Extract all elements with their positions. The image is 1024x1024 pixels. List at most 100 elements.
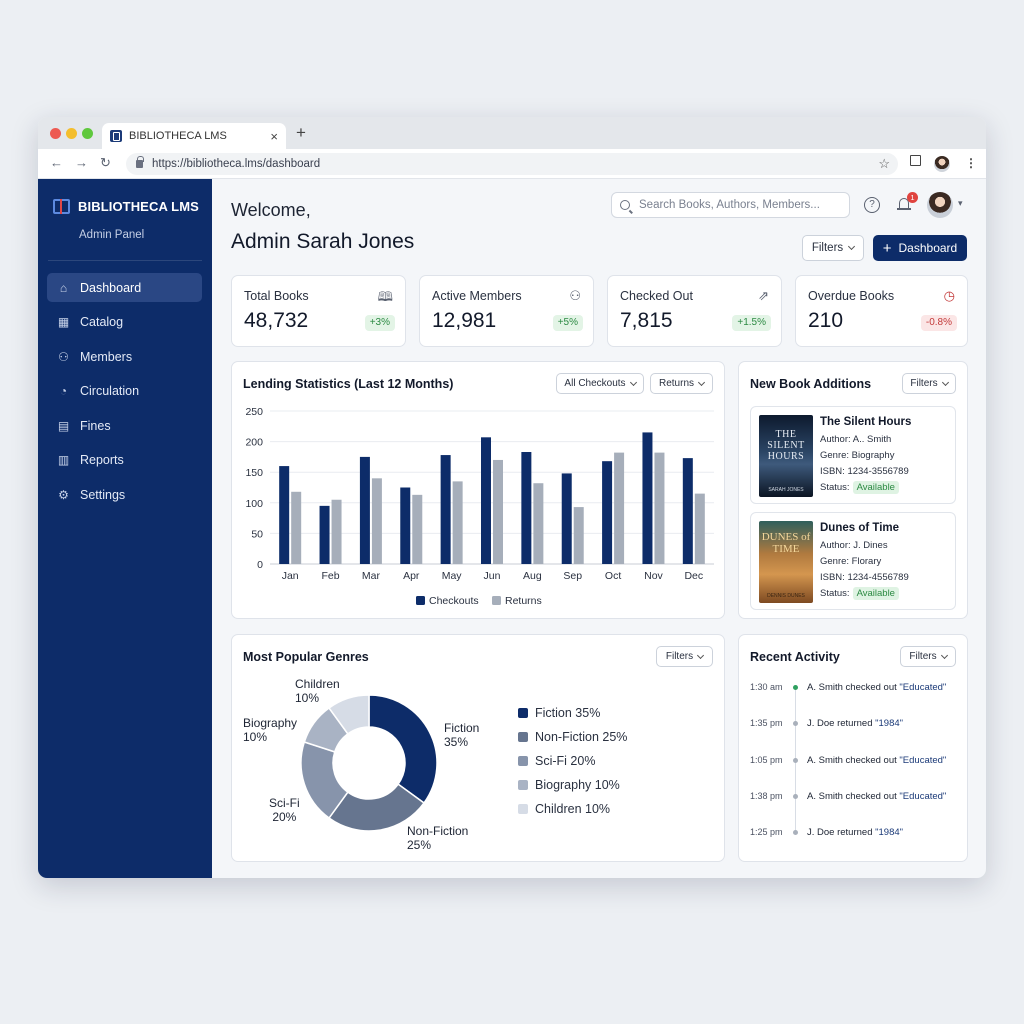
sidebar-item-settings[interactable]: ⚙ Settings (47, 480, 202, 509)
status-badge: Available (852, 481, 899, 494)
book-title: The Silent Hours (820, 416, 912, 428)
stat-label: Total Books (244, 289, 309, 303)
activity-item[interactable]: 1:25 pm J. Doe returned "1984" (739, 824, 969, 844)
card-title: Most Popular Genres (243, 650, 369, 664)
stat-change-badge: -0.8% (920, 315, 957, 331)
minimize-window-button[interactable] (66, 128, 77, 139)
avatar[interactable] (927, 192, 953, 218)
bookmark-star-icon[interactable]: ☆ (878, 156, 890, 172)
sidebar-item-reports[interactable]: ▥ Reports (47, 446, 202, 475)
activity-text: A. Smith checked out "Educated" (807, 682, 946, 693)
book-card[interactable]: THE SILENT HOURS SARAH JONES The Silent … (750, 406, 956, 504)
activity-action: A. Smith checked out (807, 755, 897, 766)
timeline-dot (793, 721, 798, 726)
close-window-button[interactable] (50, 128, 61, 139)
book-genre: Genre: Biography (820, 450, 895, 461)
legend-swatch (518, 780, 528, 790)
maximize-window-button[interactable] (82, 128, 93, 139)
stat-value: 48,732 (244, 309, 309, 332)
book-author: Author: J. Dines (820, 540, 888, 551)
genres-filters-button[interactable]: Filters (656, 646, 713, 667)
sidebar-toggle-icon[interactable] (910, 155, 921, 166)
url-field[interactable]: https://bibliotheca.lms/dashboard ☆ (126, 153, 898, 175)
circulation-icon: ◔ (59, 384, 68, 398)
legend-label: Returns (505, 595, 542, 607)
browser-tab-bar: BIBLIOTHECA LMS × + (38, 117, 986, 149)
reload-icon[interactable]: ↻ (100, 155, 111, 171)
label-name: Sci-Fi (269, 796, 300, 810)
bar-returns (371, 478, 382, 564)
sidebar-item-fines[interactable]: ▤ Fines (47, 411, 202, 440)
tab-close-icon[interactable]: × (270, 129, 278, 144)
browser-profile-avatar[interactable] (934, 156, 950, 172)
filters-button[interactable]: Filters (802, 235, 864, 261)
clock-alert-icon: ◷ (943, 288, 955, 303)
card-title: Recent Activity (750, 650, 840, 664)
sidebar-item-dashboard[interactable]: ⌂ Dashboard (47, 273, 202, 302)
stat-label: Checked Out (620, 289, 693, 303)
new-tab-button[interactable]: + (296, 123, 306, 143)
gear-icon: ⚙ (58, 487, 69, 502)
back-icon[interactable]: ← (50, 155, 63, 170)
book-card[interactable]: DUNES of TIME DENNIS DUNES Dunes of Time… (750, 512, 956, 610)
activity-item[interactable]: 1:38 pm A. Smith checked out "Educated" (739, 788, 969, 808)
sidebar-item-catalog[interactable]: ▦ Catalog (47, 308, 202, 337)
lending-statistics-card: Lending Statistics (Last 12 Months) All … (231, 361, 725, 619)
bar-checkouts (279, 466, 290, 564)
stat-change-badge: +1.5% (732, 315, 771, 331)
sidebar-item-label: Settings (80, 487, 126, 502)
cover-title: THE SILENT HOURS (767, 429, 805, 462)
activity-book: "Educated" (899, 682, 947, 693)
sidebar-item-label: Dashboard (80, 280, 142, 295)
legend-swatch (518, 732, 528, 742)
stat-card-checked-out: Checked Out 7,815 ⇗ +1.5% (607, 275, 782, 347)
x-tick-label: Mar (362, 570, 381, 582)
activity-filters-button[interactable]: Filters (900, 646, 956, 667)
search-input[interactable]: Search Books, Authors, Members... (611, 192, 850, 218)
activity-time: 1:38 pm (750, 791, 783, 801)
activity-text: J. Doe returned "1984" (807, 718, 903, 729)
stat-change-badge: +5% (552, 315, 583, 331)
stat-change-badge: +3% (364, 315, 395, 331)
bar-checkouts (319, 505, 330, 564)
browser-tab[interactable]: BIBLIOTHECA LMS × (102, 123, 286, 149)
sidebar-item-circulation[interactable]: ◔ Circulation (47, 377, 202, 406)
sidebar-item-members[interactable]: ⚇ Members (47, 342, 202, 371)
forward-icon[interactable]: → (75, 155, 88, 170)
browser-menu-icon[interactable]: ⋮ (965, 156, 977, 170)
activity-text: A. Smith checked out "Educated" (807, 791, 946, 802)
chevron-down-icon (848, 242, 856, 251)
browser-window: BIBLIOTHECA LMS × + ← → ↻ https://biblio… (38, 117, 986, 878)
legend-item-non-fiction: Non-Fiction 25% (518, 730, 627, 744)
chevron-down-icon[interactable]: ▾ (958, 198, 963, 209)
book-cover-image: THE SILENT HOURS SARAH JONES (759, 415, 813, 497)
y-tick-label: 50 (251, 528, 263, 540)
sidebar-item-label: Reports (80, 453, 124, 467)
search-placeholder: Search Books, Authors, Members... (639, 199, 820, 211)
brand-name: BIBLIOTHECA LMS (78, 199, 199, 214)
activity-item[interactable]: 1:30 am A. Smith checked out "Educated" (739, 679, 969, 699)
users-icon: ⚇ (569, 288, 581, 303)
status-badge: Available (852, 587, 899, 600)
x-tick-label: Nov (644, 570, 663, 582)
activity-item[interactable]: 1:05 pm A. Smith checked out "Educated" (739, 752, 969, 772)
filters-label: Filters (665, 651, 694, 662)
legend-item-sci-fi: Sci-Fi 20% (518, 754, 595, 768)
stat-card-overdue-books: Overdue Books 210 ◷ -0.8% (795, 275, 968, 347)
bar-returns (573, 507, 584, 564)
legend-item-fiction: Fiction 35% (518, 706, 600, 720)
dashboard-button[interactable]: + Dashboard (873, 235, 967, 261)
help-icon[interactable]: ? (864, 197, 880, 213)
lock-icon (136, 156, 144, 168)
book-genre: Genre: Florary (820, 556, 882, 567)
search-icon (620, 200, 630, 210)
sidebar-nav: ⌂ Dashboard ▦ Catalog ⚇ Members ◔ Circulatio… (47, 273, 202, 515)
bar-checkouts (400, 487, 411, 564)
x-tick-label: Apr (403, 570, 420, 582)
stat-value: 210 (808, 309, 844, 332)
y-tick-label: 250 (245, 406, 263, 418)
activity-item[interactable]: 1:35 pm J. Doe returned "1984" (739, 715, 969, 735)
legend-swatch (518, 708, 528, 718)
bar-returns (614, 452, 625, 564)
new-books-filters-button[interactable]: Filters (902, 373, 956, 394)
